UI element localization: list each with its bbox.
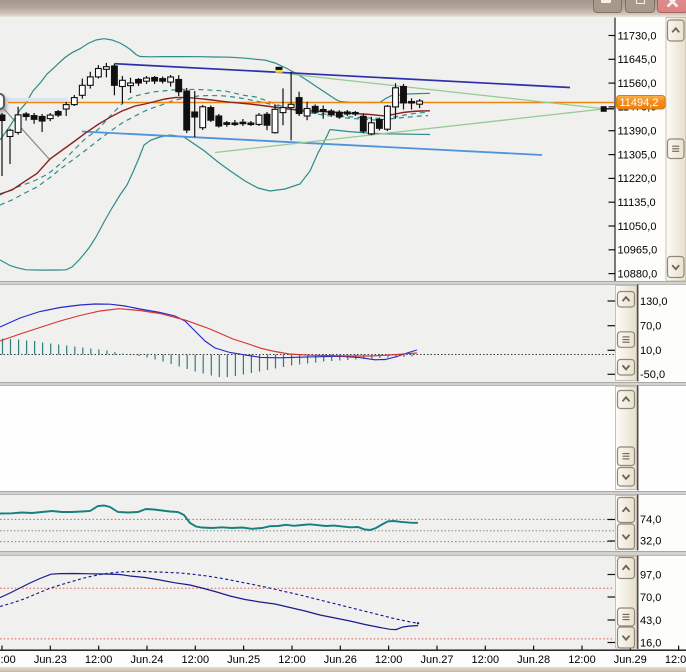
svg-text:10,0: 10,0 (640, 345, 661, 357)
svg-text:10880,0: 10880,0 (618, 268, 658, 280)
svg-text:12:00: 12:00 (472, 654, 500, 666)
svg-text:11560,0: 11560,0 (618, 78, 657, 90)
svg-text:11645,0: 11645,0 (618, 54, 657, 66)
svg-text:97,0: 97,0 (640, 569, 661, 581)
svg-text:Jun.27: Jun.27 (420, 654, 453, 666)
svg-text:130,0: 130,0 (640, 296, 668, 308)
svg-text:Jun.25: Jun.25 (227, 654, 260, 666)
svg-text:12:00: 12:00 (0, 654, 16, 666)
svg-text:70,0: 70,0 (640, 592, 661, 604)
svg-text:10965,0: 10965,0 (618, 245, 658, 257)
svg-text:70,0: 70,0 (640, 321, 661, 333)
svg-text:11390,0: 11390,0 (618, 126, 657, 138)
svg-text:Jun.26: Jun.26 (324, 654, 357, 666)
svg-text:Jun.23: Jun.23 (34, 654, 67, 666)
svg-text:12:00: 12:00 (665, 654, 686, 666)
svg-text:Jun.29: Jun.29 (614, 654, 647, 666)
svg-text:12:00: 12:00 (85, 654, 113, 666)
svg-text:-50,0: -50,0 (640, 369, 665, 381)
svg-text:32,0: 32,0 (640, 536, 661, 548)
svg-text:43,0: 43,0 (640, 615, 661, 627)
svg-text:11220,0: 11220,0 (618, 173, 657, 185)
svg-text:12:00: 12:00 (375, 654, 403, 666)
svg-text:11135,0: 11135,0 (618, 197, 656, 209)
svg-text:12:00: 12:00 (182, 654, 210, 666)
svg-text:12:00: 12:00 (278, 654, 306, 666)
svg-text:16,0: 16,0 (640, 637, 661, 649)
svg-text:11050,0: 11050,0 (618, 221, 657, 233)
svg-text:11494,2: 11494,2 (620, 97, 659, 109)
svg-text:Jun.24: Jun.24 (130, 654, 163, 666)
svg-text:11305,0: 11305,0 (618, 149, 657, 161)
svg-text:12:00: 12:00 (568, 654, 596, 666)
svg-text:74,0: 74,0 (640, 514, 661, 526)
svg-text:Jun.28: Jun.28 (517, 654, 550, 666)
svg-text:11730,0: 11730,0 (618, 30, 657, 42)
